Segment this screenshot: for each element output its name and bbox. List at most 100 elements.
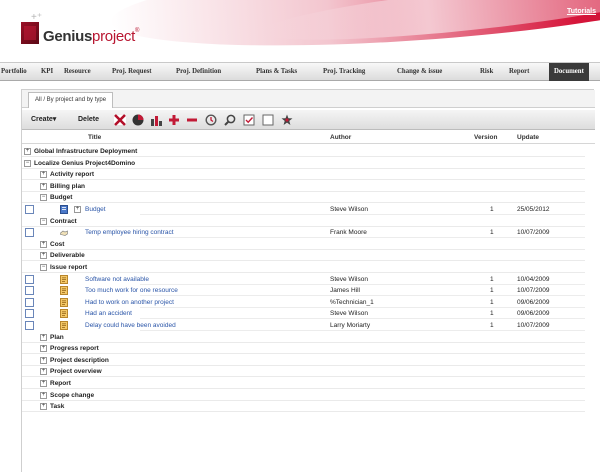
expand-icon[interactable]: + <box>40 182 47 190</box>
group-row[interactable]: − Contract <box>22 216 595 227</box>
star-icon[interactable] <box>281 114 293 126</box>
expand-icon[interactable]: + <box>40 380 47 387</box>
excel-icon[interactable] <box>114 114 126 126</box>
document-title-link[interactable]: Had to work on another project <box>85 297 174 308</box>
group-label[interactable]: Deliverable <box>50 250 85 261</box>
document-title-link[interactable]: Temp employee hiring contract <box>85 227 174 238</box>
nav-item-kpi[interactable]: KPI <box>41 63 53 81</box>
nav-item-proj-definition[interactable]: Proj. Definition <box>176 63 221 81</box>
delete-button[interactable]: Delete <box>78 110 99 130</box>
tab-all-by-project-and-type[interactable]: All / By project and by type <box>28 92 114 108</box>
row-checkbox[interactable] <box>25 286 34 296</box>
expand-icon[interactable]: + <box>40 368 47 376</box>
add-icon[interactable] <box>168 114 180 126</box>
expand-icon[interactable]: + <box>40 171 47 179</box>
group-row[interactable]: − Budget <box>22 192 595 204</box>
nav-item-plans-tasks[interactable]: Plans & Tasks <box>256 63 297 81</box>
nav-item-document[interactable]: Document <box>549 63 589 81</box>
document-title-link[interactable]: Delay could have been avoided <box>85 320 176 331</box>
group-label[interactable]: Billing plan <box>50 181 85 192</box>
nav-item-proj-request[interactable]: Proj. Request <box>112 63 152 81</box>
group-label[interactable]: Report <box>50 378 71 389</box>
group-row[interactable]: + Task <box>22 401 595 413</box>
column-header-version[interactable]: Version <box>474 131 497 144</box>
create-button[interactable]: Create▾ <box>31 110 56 130</box>
group-label[interactable]: Scope change <box>50 390 94 401</box>
group-label[interactable]: Global Infrastructure Deployment <box>34 146 137 157</box>
group-row[interactable]: − Localize Genius Project4Domino <box>22 158 595 169</box>
document-title-link[interactable]: Had an accident <box>85 308 132 319</box>
group-label[interactable]: Budget <box>50 192 72 203</box>
tutorials-link[interactable]: Tutorials <box>567 8 596 15</box>
document-row[interactable]: Software not available Steve Wilson 1 10/04… <box>22 274 595 285</box>
group-label[interactable]: Project description <box>50 355 109 366</box>
document-title-link[interactable]: Budget <box>85 204 106 215</box>
collapse-icon[interactable]: − <box>40 264 47 271</box>
group-label[interactable]: Project overview <box>50 366 102 377</box>
group-row[interactable]: + Scope change <box>22 390 595 401</box>
expand-icon[interactable]: + <box>40 240 47 248</box>
history-icon[interactable] <box>205 114 217 126</box>
author-cell: James Hill <box>330 287 360 295</box>
collapse-icon[interactable]: − <box>40 194 47 202</box>
search-icon[interactable] <box>224 114 236 126</box>
row-checkbox[interactable] <box>25 274 34 284</box>
row-checkbox[interactable] <box>25 297 34 307</box>
document-row[interactable]: Too much work for one resource James Hill… <box>22 285 595 297</box>
expand-icon[interactable]: + <box>40 252 47 260</box>
nav-item-risk[interactable]: Risk <box>480 63 493 81</box>
document-title-link[interactable]: Software not available <box>85 274 149 285</box>
group-label[interactable]: Localize Genius Project4Domino <box>34 158 135 169</box>
column-header-title[interactable]: Title <box>88 131 101 144</box>
nav-item-portfolio[interactable]: Portfolio <box>1 63 27 81</box>
expand-icon[interactable]: + <box>40 391 47 399</box>
group-label[interactable]: Issue report <box>50 262 87 273</box>
row-checkbox[interactable] <box>25 309 34 319</box>
row-checkbox[interactable] <box>25 205 34 214</box>
group-label[interactable]: Plan <box>50 332 64 343</box>
group-row[interactable]: + Activity report <box>22 169 595 181</box>
group-label[interactable]: Cost <box>50 239 64 250</box>
group-label[interactable]: Activity report <box>50 169 94 180</box>
group-row[interactable]: + Deliverable <box>22 250 595 262</box>
group-label[interactable]: Progress report <box>50 343 99 354</box>
group-row[interactable]: + Global Infrastructure Deployment <box>22 146 595 157</box>
uncheck-icon[interactable] <box>262 114 274 126</box>
expand-icon[interactable]: + <box>40 356 47 364</box>
document-title-link[interactable]: Too much work for one resource <box>85 285 178 296</box>
group-row[interactable]: + Cost <box>22 239 595 250</box>
group-label[interactable]: Task <box>50 401 64 412</box>
group-row[interactable]: + Progress report <box>22 343 595 355</box>
group-label[interactable]: Contract <box>50 216 77 227</box>
group-row[interactable]: − Issue report <box>22 262 595 273</box>
nav-item-resource[interactable]: Resource <box>64 63 91 81</box>
column-header-author[interactable]: Author <box>330 131 351 144</box>
group-row[interactable]: + Report <box>22 378 595 389</box>
group-row[interactable]: + Plan <box>22 332 595 343</box>
expand-icon[interactable]: + <box>40 403 47 411</box>
expand-icon[interactable]: + <box>24 148 31 155</box>
expand-icon[interactable]: + <box>40 345 47 353</box>
group-row[interactable]: + Project description <box>22 355 595 366</box>
row-checkbox[interactable] <box>25 321 34 330</box>
collapse-icon[interactable]: − <box>24 159 31 167</box>
pie-chart-icon[interactable] <box>132 114 144 126</box>
column-header-update[interactable]: Update <box>517 131 539 144</box>
document-row[interactable]: Had to work on another project %Technicia… <box>22 297 595 308</box>
row-checkbox[interactable] <box>25 228 34 238</box>
nav-item-change-issue[interactable]: Change & issue <box>397 63 442 81</box>
expand-icon[interactable]: + <box>74 206 81 213</box>
document-row[interactable]: Temp employee hiring contract Frank Moore… <box>22 227 595 239</box>
nav-item-report[interactable]: Report <box>509 63 529 81</box>
document-row[interactable]: Delay could have been avoided Larry Moria… <box>22 320 595 331</box>
document-row[interactable]: Had an accident Steve Wilson 1 09/06/2009 <box>22 308 595 320</box>
nav-item-proj-tracking[interactable]: Proj. Tracking <box>323 63 365 81</box>
document-row[interactable]: + Budget Steve Wilson 1 25/05/2012 <box>22 204 595 215</box>
group-row[interactable]: + Billing plan <box>22 181 595 192</box>
check-icon[interactable] <box>243 114 255 126</box>
remove-icon[interactable] <box>186 114 198 126</box>
group-row[interactable]: + Project overview <box>22 366 595 378</box>
expand-icon[interactable]: + <box>40 333 47 341</box>
collapse-icon[interactable]: − <box>40 217 47 225</box>
bar-chart-icon[interactable] <box>150 114 162 126</box>
